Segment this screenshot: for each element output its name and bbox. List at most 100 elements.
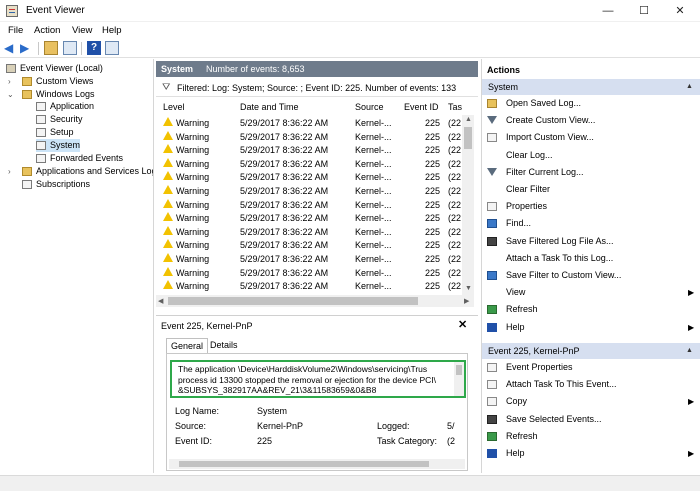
- chevron-down-icon[interactable]: ⌄: [7, 88, 14, 101]
- scroll-left-icon[interactable]: ◀: [158, 297, 163, 305]
- log-icon: [36, 102, 46, 111]
- close-icon[interactable]: ✕: [458, 318, 467, 331]
- tree-node-applications-services[interactable]: Applications and Services Log: [22, 165, 153, 178]
- menu-view[interactable]: View: [72, 25, 92, 36]
- event-message-box[interactable]: The application \Device\HarddiskVolume2\…: [170, 360, 466, 398]
- actions-section-event[interactable]: Event 225, Kernel-PnP ▲: [482, 343, 700, 359]
- maximize-button[interactable]: ☐: [626, 0, 662, 22]
- menu-help[interactable]: Help: [102, 25, 122, 36]
- table-row[interactable]: Warning 5/29/2017 8:36:22 AM Kernel-... 225…: [156, 171, 462, 185]
- tree-node-application[interactable]: Application: [36, 100, 152, 113]
- event-list-horizontal-scrollbar[interactable]: ◀ ▶: [156, 295, 474, 307]
- menu-file[interactable]: File: [8, 25, 23, 36]
- action-save-selected-events[interactable]: Save Selected Events...: [482, 411, 700, 428]
- table-row[interactable]: Warning 5/29/2017 8:36:22 AM Kernel-... 225…: [156, 280, 462, 294]
- chevron-right-icon[interactable]: ›: [8, 75, 11, 88]
- tree-node-root[interactable]: Event Viewer (Local): [6, 62, 152, 75]
- table-row[interactable]: Warning 5/29/2017 8:36:22 AM Kernel-... 225…: [156, 157, 462, 172]
- warning-icon: [163, 185, 173, 194]
- event-list-vertical-scrollbar[interactable]: ▲ ▼: [462, 115, 474, 295]
- collapse-icon[interactable]: ▲: [686, 343, 693, 359]
- scroll-thumb[interactable]: [179, 461, 429, 467]
- show-hide-tree-icon[interactable]: [63, 41, 77, 55]
- tab-general[interactable]: General: [166, 338, 209, 354]
- cell-task: (22: [448, 186, 462, 196]
- table-row[interactable]: Warning 5/29/2017 8:36:22 AM Kernel-... 225…: [156, 225, 462, 240]
- column-task[interactable]: Tas: [448, 100, 462, 115]
- minimize-button[interactable]: —: [590, 0, 626, 22]
- action-clear-filter[interactable]: Clear Filter: [482, 181, 700, 198]
- scroll-thumb[interactable]: [464, 127, 472, 149]
- action-filter-current-log[interactable]: Filter Current Log...: [482, 164, 700, 181]
- actions-section-system[interactable]: System ▲: [482, 79, 700, 95]
- event-viewer-icon: [6, 64, 16, 73]
- filter-icon: ⛛: [162, 82, 171, 93]
- menu-action[interactable]: Action: [34, 25, 60, 36]
- action-open-saved-log[interactable]: Open Saved Log...: [482, 95, 700, 112]
- table-row[interactable]: Warning 5/29/2017 8:36:22 AM Kernel-... 225…: [156, 144, 462, 158]
- tree-node-forwarded-events[interactable]: Forwarded Events: [36, 152, 152, 165]
- cell-event-id: 225: [425, 254, 441, 264]
- action-save-filtered-log-file-as[interactable]: Save Filtered Log File As...: [482, 233, 700, 250]
- tree-node-setup[interactable]: Setup: [36, 126, 152, 139]
- table-row[interactable]: Warning 5/29/2017 8:36:22 AM Kernel-... 225…: [156, 198, 462, 213]
- log-icon: [36, 141, 46, 150]
- action-copy[interactable]: Copy ▶: [482, 393, 700, 410]
- action-refresh[interactable]: Refresh: [482, 301, 700, 318]
- tree-node-system[interactable]: System: [36, 139, 80, 152]
- table-row[interactable]: Warning 5/29/2017 8:36:22 AM Kernel-... 225…: [156, 185, 462, 199]
- column-source[interactable]: Source: [355, 100, 384, 115]
- log-name-label: Log Name:: [175, 406, 220, 416]
- action-properties[interactable]: Properties: [482, 198, 700, 215]
- cell-event-id: 225: [425, 186, 441, 196]
- action-help[interactable]: Help ▶: [482, 319, 700, 336]
- action-attach-a-task-to-this-log[interactable]: Attach a Task To this Log...: [482, 250, 700, 267]
- table-row[interactable]: Warning 5/29/2017 8:36:22 AM Kernel-... 225…: [156, 239, 462, 253]
- action-clear-log[interactable]: Clear Log...: [482, 147, 700, 164]
- cell-date-time: 5/29/2017 8:36:22 AM: [240, 226, 329, 237]
- table-row[interactable]: Warning 5/29/2017 8:36:22 AM Kernel-... 225…: [156, 117, 462, 131]
- action-create-custom-view[interactable]: Create Custom View...: [482, 112, 700, 129]
- column-level[interactable]: Level: [163, 100, 185, 115]
- scroll-down-icon[interactable]: ▼: [465, 285, 472, 292]
- cell-level: Warning: [176, 240, 210, 251]
- message-scrollbar[interactable]: [454, 362, 464, 396]
- tree-node-security[interactable]: Security: [36, 113, 152, 126]
- back-arrow-icon[interactable]: ◀: [4, 41, 18, 55]
- column-date-time[interactable]: Date and Time: [240, 100, 299, 115]
- scroll-up-icon[interactable]: ▲: [465, 116, 472, 123]
- action-help[interactable]: Help ▶: [482, 445, 700, 462]
- cell-date-time: 5/29/2017 8:36:22 AM: [240, 240, 329, 251]
- filter-text: Filtered: Log: System; Source: ; Event I…: [177, 83, 457, 93]
- scroll-thumb[interactable]: [168, 297, 418, 305]
- collapse-icon[interactable]: ▲: [686, 79, 693, 95]
- tree-node-custom-views[interactable]: Custom Views: [22, 75, 152, 88]
- scroll-right-icon[interactable]: ▶: [464, 297, 469, 305]
- detail-horizontal-scrollbar[interactable]: [169, 459, 465, 469]
- action-import-custom-view[interactable]: Import Custom View...: [482, 129, 700, 146]
- forward-arrow-icon[interactable]: ▶: [20, 41, 34, 55]
- table-row[interactable]: Warning 5/29/2017 8:36:22 AM Kernel-... 225…: [156, 253, 462, 267]
- close-button[interactable]: ✕: [662, 0, 698, 22]
- show-hide-action-pane-icon[interactable]: [105, 41, 119, 55]
- action-find[interactable]: Find...: [482, 215, 700, 232]
- action-view[interactable]: View ▶: [482, 284, 700, 301]
- tree-node-subscriptions[interactable]: Subscriptions: [22, 178, 152, 191]
- table-row[interactable]: Warning 5/29/2017 8:36:22 AM Kernel-... 225…: [156, 212, 462, 226]
- open-folder-icon[interactable]: [44, 41, 58, 55]
- table-row[interactable]: Warning 5/29/2017 8:36:22 AM Kernel-... 225…: [156, 130, 462, 145]
- cell-task: (22: [448, 131, 462, 142]
- action-refresh[interactable]: Refresh: [482, 428, 700, 445]
- action-attach-task-to-this-event[interactable]: Attach Task To This Event...: [482, 376, 700, 393]
- cell-level: Warning: [176, 145, 210, 156]
- refresh-icon: [487, 305, 497, 315]
- table-row[interactable]: Warning 5/29/2017 8:36:22 AM Kernel-... 225…: [156, 266, 462, 281]
- cell-task: (22: [448, 172, 462, 183]
- column-event-id[interactable]: Event ID: [404, 100, 439, 115]
- chevron-right-icon[interactable]: ›: [8, 165, 11, 178]
- tab-details[interactable]: Details: [206, 338, 242, 354]
- logged-value: 5/: [447, 421, 455, 431]
- help-icon[interactable]: ?: [87, 41, 101, 55]
- action-event-properties[interactable]: Event Properties: [482, 359, 700, 376]
- action-save-filter-to-custom-view[interactable]: Save Filter to Custom View...: [482, 267, 700, 284]
